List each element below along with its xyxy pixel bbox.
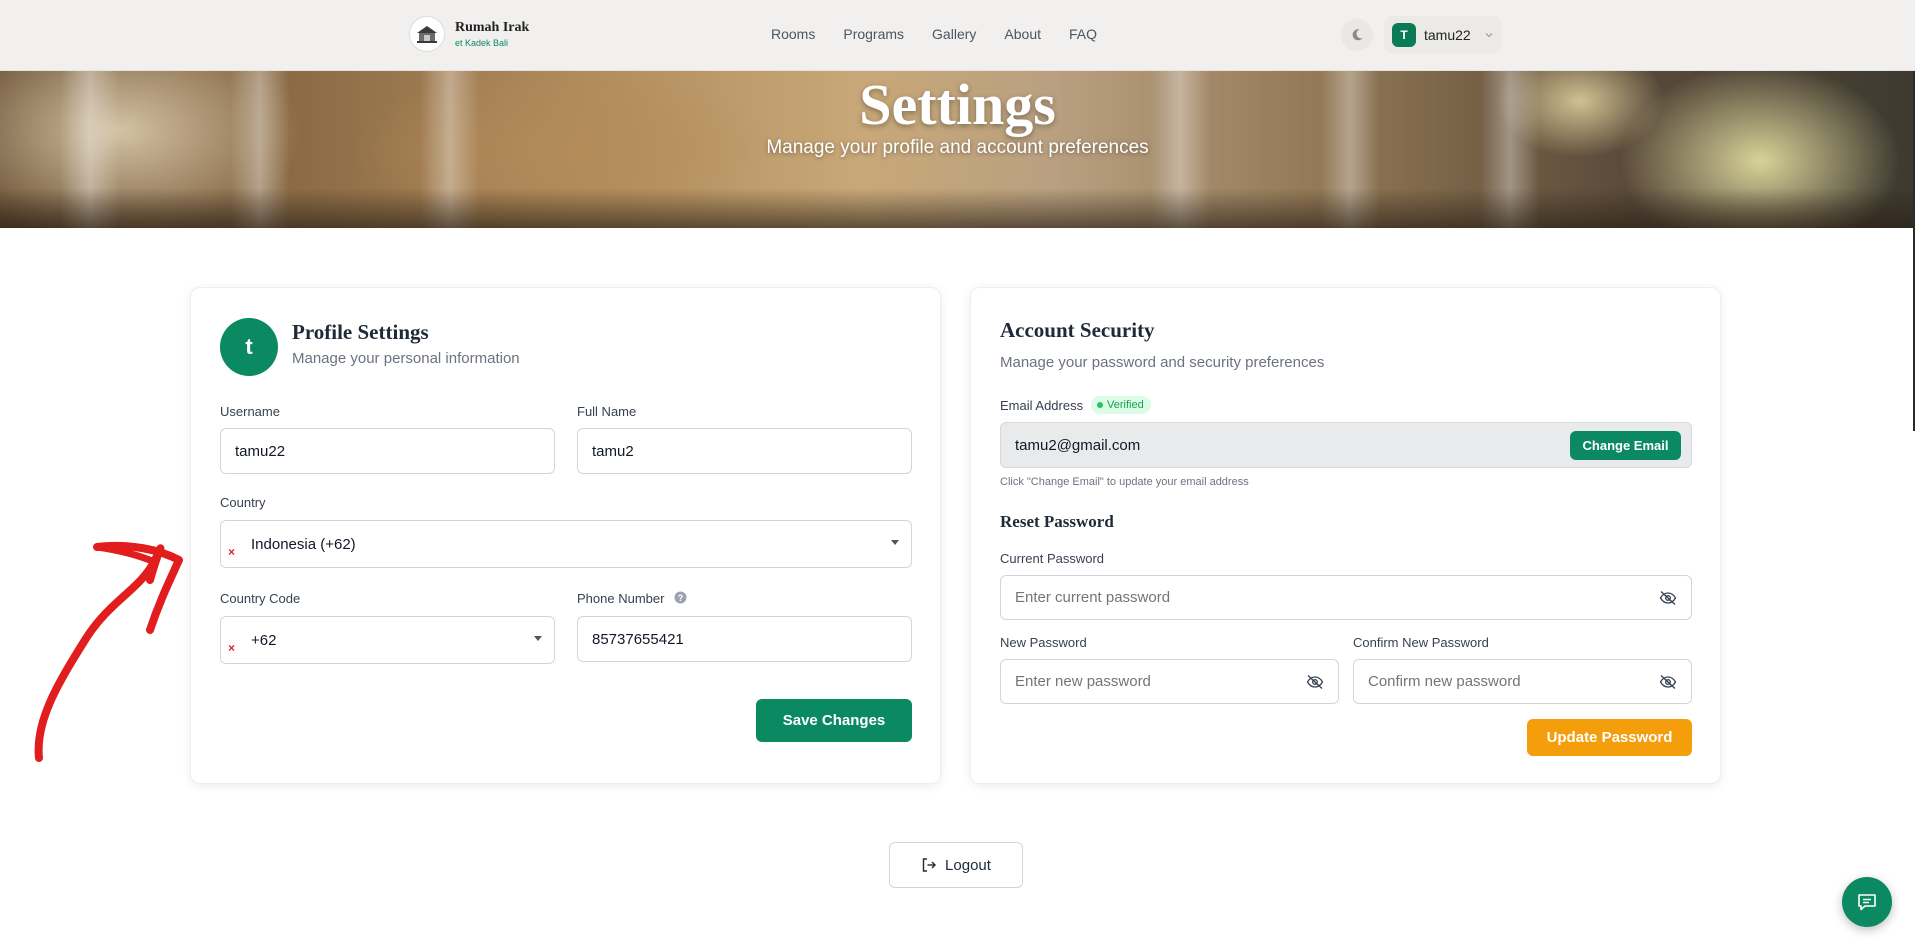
moon-icon bbox=[1352, 29, 1363, 41]
chevron-down-icon bbox=[1485, 33, 1493, 38]
nav-link-about[interactable]: About bbox=[1004, 26, 1041, 42]
country-code-value: +62 bbox=[251, 631, 277, 649]
new-password-input[interactable] bbox=[1015, 673, 1324, 690]
save-changes-button[interactable]: Save Changes bbox=[756, 699, 912, 742]
fullname-field[interactable] bbox=[577, 428, 912, 474]
page-title: Settings bbox=[859, 72, 1056, 137]
profile-settings-title: Profile Settings bbox=[292, 320, 429, 344]
account-security-title: Account Security bbox=[1000, 318, 1155, 342]
user-menu[interactable]: T tamu22 bbox=[1384, 16, 1502, 54]
country-code-select[interactable]: × +62 bbox=[220, 616, 555, 664]
phone-label: Phone Number bbox=[577, 591, 665, 606]
theme-toggle-button[interactable] bbox=[1341, 19, 1373, 51]
confirm-password-input[interactable] bbox=[1368, 673, 1677, 690]
svg-text:?: ? bbox=[678, 593, 684, 603]
x-icon[interactable]: × bbox=[228, 545, 235, 559]
current-password-field[interactable] bbox=[1000, 575, 1692, 620]
hero-banner: Settings Manage your profile and account… bbox=[0, 71, 1915, 228]
profile-avatar: t bbox=[220, 318, 278, 376]
current-password-input[interactable] bbox=[1015, 589, 1677, 606]
logo-icon bbox=[409, 16, 445, 52]
profile-settings-card: t Profile Settings Manage your personal … bbox=[190, 287, 941, 784]
logout-button[interactable]: Logout bbox=[889, 842, 1023, 888]
chat-button[interactable] bbox=[1842, 877, 1892, 927]
fullname-input[interactable] bbox=[592, 442, 897, 460]
username-input[interactable] bbox=[235, 442, 540, 460]
country-select[interactable]: × Indonesia (+62) bbox=[220, 520, 912, 568]
user-name: tamu22 bbox=[1424, 27, 1471, 43]
phone-input[interactable] bbox=[592, 630, 897, 648]
change-email-button[interactable]: Change Email bbox=[1570, 431, 1681, 460]
help-icon[interactable]: ? bbox=[674, 591, 687, 604]
account-security-card: Account Security Manage your password an… bbox=[970, 287, 1721, 784]
profile-settings-subtitle: Manage your personal information bbox=[292, 350, 520, 367]
logout-label: Logout bbox=[945, 856, 991, 874]
caret-down-icon[interactable] bbox=[891, 540, 899, 545]
country-code-label: Country Code bbox=[220, 591, 301, 606]
brand-name: Rumah Irak bbox=[455, 20, 530, 35]
update-password-button[interactable]: Update Password bbox=[1527, 719, 1692, 756]
email-label: Email Address bbox=[1000, 398, 1084, 413]
eye-off-icon[interactable] bbox=[1659, 590, 1677, 606]
account-security-subtitle: Manage your password and security prefer… bbox=[1000, 354, 1325, 371]
x-icon[interactable]: × bbox=[228, 641, 235, 655]
eye-off-icon[interactable] bbox=[1659, 674, 1677, 690]
phone-field[interactable] bbox=[577, 616, 912, 662]
main-nav: Rooms Programs Gallery About FAQ bbox=[771, 26, 1097, 42]
username-field[interactable] bbox=[220, 428, 555, 474]
eye-off-icon[interactable] bbox=[1306, 674, 1324, 690]
nav-link-faq[interactable]: FAQ bbox=[1069, 26, 1097, 42]
confirm-password-field[interactable] bbox=[1353, 659, 1692, 704]
email-value: tamu2@gmail.com bbox=[1015, 436, 1141, 454]
user-avatar: T bbox=[1392, 23, 1416, 47]
navbar: Rumah Irak et Kadek Bali Rooms Programs … bbox=[0, 0, 1915, 71]
country-label: Country bbox=[220, 495, 266, 510]
reset-password-title: Reset Password bbox=[1000, 512, 1114, 531]
nav-link-programs[interactable]: Programs bbox=[843, 26, 904, 42]
new-password-field[interactable] bbox=[1000, 659, 1339, 704]
confirm-password-label: Confirm New Password bbox=[1353, 635, 1489, 650]
page-subtitle: Manage your profile and account preferen… bbox=[766, 137, 1149, 158]
logout-icon bbox=[922, 858, 937, 872]
nav-link-rooms[interactable]: Rooms bbox=[771, 26, 815, 42]
chat-icon bbox=[1858, 894, 1876, 911]
username-label: Username bbox=[220, 404, 280, 419]
fullname-label: Full Name bbox=[577, 404, 637, 419]
brand-subtitle: et Kadek Bali bbox=[455, 38, 509, 48]
verified-badge: Verified bbox=[1091, 396, 1151, 414]
country-value: Indonesia (+62) bbox=[251, 535, 356, 553]
nav-link-gallery[interactable]: Gallery bbox=[932, 26, 976, 42]
email-hint: Click "Change Email" to update your emai… bbox=[1000, 476, 1249, 488]
new-password-label: New Password bbox=[1000, 635, 1087, 650]
current-password-label: Current Password bbox=[1000, 551, 1105, 566]
caret-down-icon[interactable] bbox=[534, 636, 542, 641]
brand[interactable]: Rumah Irak et Kadek Bali bbox=[409, 16, 529, 52]
